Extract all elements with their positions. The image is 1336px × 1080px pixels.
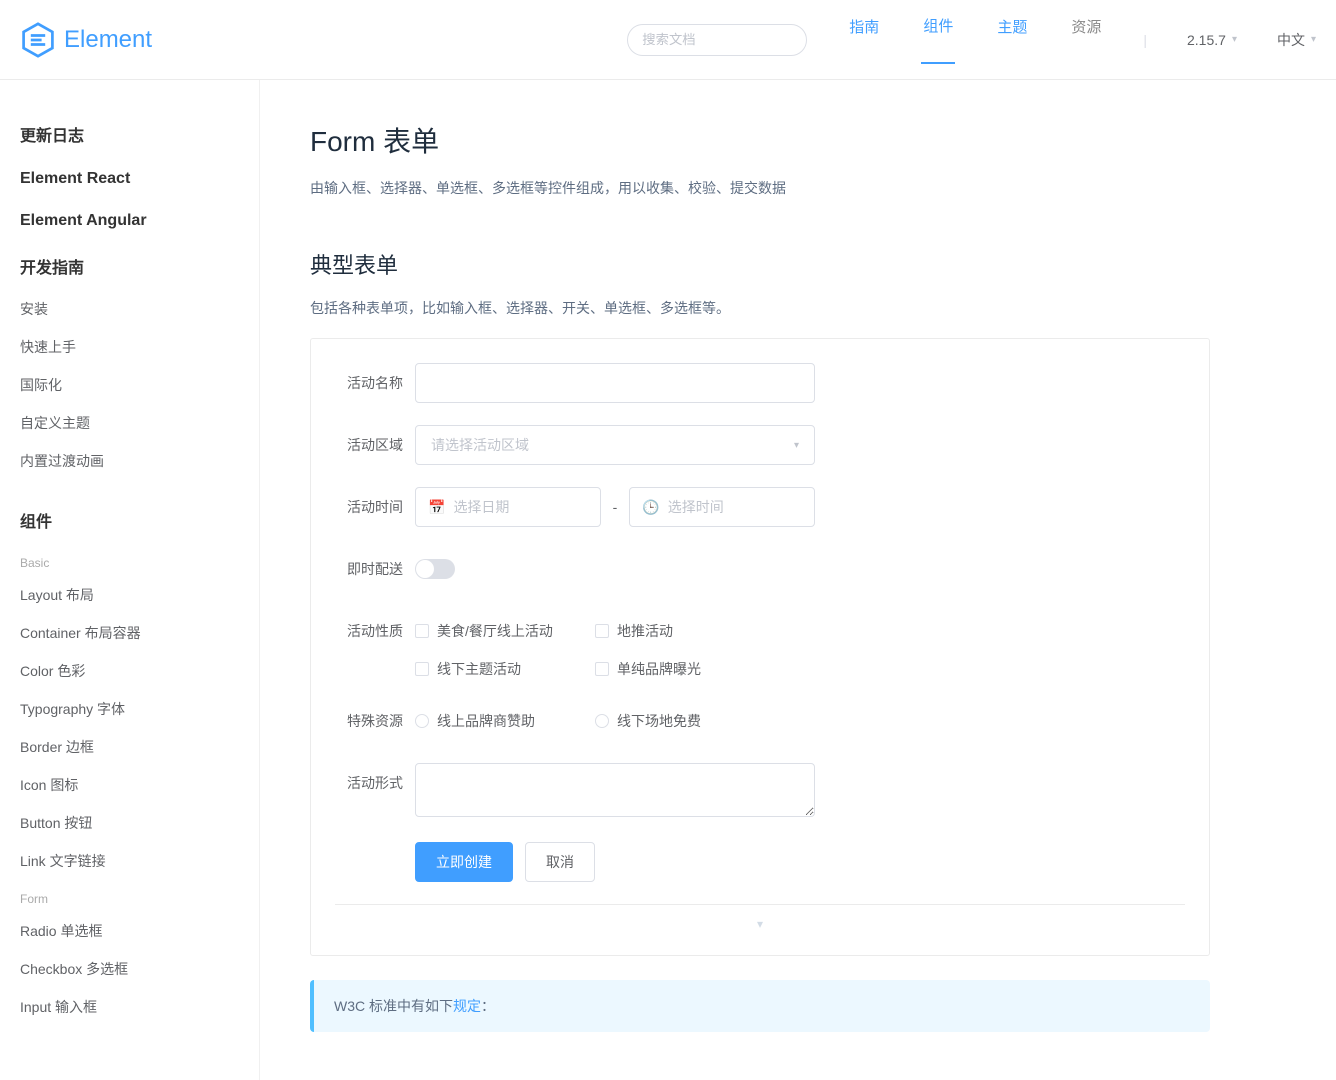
time-separator: - xyxy=(613,499,618,515)
nav: 指南 组件 主题 资源 | 2.15.7 ▾ 中文 ▾ xyxy=(847,15,1316,64)
caret-down-icon: ▾ xyxy=(757,917,763,931)
label-time: 活动时间 xyxy=(335,487,415,527)
search-input[interactable] xyxy=(627,24,807,56)
sidebar-link[interactable]: Link 文字链接 xyxy=(20,842,259,880)
checkbox-box-icon xyxy=(595,624,609,638)
sidebar-icon[interactable]: Icon 图标 xyxy=(20,766,259,804)
divider: | xyxy=(1143,32,1147,48)
tip-prefix: W3C 标准中有如下 xyxy=(334,998,453,1014)
textarea-desc[interactable] xyxy=(415,763,815,817)
date-placeholder: 选择日期 xyxy=(453,497,509,517)
checkbox-brand[interactable]: 单纯品牌曝光 xyxy=(595,659,745,679)
radio-label: 线上品牌商赞助 xyxy=(437,711,535,731)
main-content: Form 表单 由输入框、选择器、单选框、多选框等控件组成，用以收集、校验、提交… xyxy=(260,80,1260,1080)
submit-button[interactable]: 立即创建 xyxy=(415,842,513,882)
sidebar-group-form: Form xyxy=(20,880,259,912)
tip-suffix: ： xyxy=(481,998,495,1014)
time-picker[interactable]: 🕒 选择时间 xyxy=(629,487,815,527)
checkbox-box-icon xyxy=(415,662,429,676)
sidebar-typography[interactable]: Typography 字体 xyxy=(20,690,259,728)
sidebar-react[interactable]: Element React xyxy=(20,158,259,200)
sidebar-transition[interactable]: 内置过渡动画 xyxy=(20,442,259,480)
logo[interactable]: Element xyxy=(20,22,152,58)
sidebar-button[interactable]: Button 按钮 xyxy=(20,804,259,842)
label-delivery: 即时配送 xyxy=(335,549,415,589)
checkbox-label: 线下主题活动 xyxy=(437,659,521,679)
sidebar-i18n[interactable]: 国际化 xyxy=(20,366,259,404)
radio-venue[interactable]: 线下场地免费 xyxy=(595,711,745,731)
version-text: 2.15.7 xyxy=(1187,32,1226,48)
chevron-down-icon: ▾ xyxy=(1311,34,1316,45)
demo-expand[interactable]: ▾ xyxy=(335,904,1185,931)
lang-selector[interactable]: 中文 ▾ xyxy=(1277,30,1316,50)
checkbox-label: 地推活动 xyxy=(617,621,673,641)
label-resource: 特殊资源 xyxy=(335,701,415,741)
radio-sponsor[interactable]: 线上品牌商赞助 xyxy=(415,711,565,731)
calendar-icon: 📅 xyxy=(428,499,445,516)
section-title: 典型表单 xyxy=(310,248,1210,280)
switch-delivery[interactable] xyxy=(415,559,455,579)
page-desc: 由输入框、选择器、单选框、多选框等控件组成，用以收集、校验、提交数据 xyxy=(310,178,1210,198)
label-name: 活动名称 xyxy=(335,363,415,403)
sidebar-changelog[interactable]: 更新日志 xyxy=(20,110,259,158)
tip-link[interactable]: 规定 xyxy=(453,998,481,1014)
checkbox-food[interactable]: 美食/餐厅线上活动 xyxy=(415,621,565,641)
logo-text: Element xyxy=(64,26,152,54)
clock-icon: 🕒 xyxy=(642,499,659,516)
sidebar-input[interactable]: Input 输入框 xyxy=(20,988,259,1026)
label-region: 活动区域 xyxy=(335,425,415,465)
input-name[interactable] xyxy=(415,363,815,403)
sidebar-quickstart[interactable]: 快速上手 xyxy=(20,328,259,366)
sidebar-color[interactable]: Color 色彩 xyxy=(20,652,259,690)
nav-component[interactable]: 组件 xyxy=(921,15,955,64)
checkbox-ground[interactable]: 地推活动 xyxy=(595,621,745,641)
sidebar-components[interactable]: 组件 xyxy=(20,496,259,544)
nav-guide[interactable]: 指南 xyxy=(847,16,881,63)
sidebar-custom-theme[interactable]: 自定义主题 xyxy=(20,404,259,442)
radio-circle-icon xyxy=(595,714,609,728)
sidebar-checkbox[interactable]: Checkbox 多选框 xyxy=(20,950,259,988)
chevron-down-icon: ▾ xyxy=(1232,34,1237,45)
select-placeholder: 请选择活动区域 xyxy=(431,435,529,455)
date-picker[interactable]: 📅 选择日期 xyxy=(415,487,601,527)
checkbox-box-icon xyxy=(595,662,609,676)
checkbox-label: 美食/餐厅线上活动 xyxy=(437,621,553,641)
sidebar-install[interactable]: 安装 xyxy=(20,290,259,328)
cancel-button[interactable]: 取消 xyxy=(525,842,595,882)
select-region[interactable]: 请选择活动区域 ▾ xyxy=(415,425,815,465)
lang-text: 中文 xyxy=(1277,30,1305,50)
sidebar-container[interactable]: Container 布局容器 xyxy=(20,614,259,652)
version-selector[interactable]: 2.15.7 ▾ xyxy=(1187,32,1237,48)
header: Element 指南 组件 主题 资源 | 2.15.7 ▾ 中文 ▾ xyxy=(0,0,1336,80)
sidebar-layout[interactable]: Layout 布局 xyxy=(20,576,259,614)
sidebar-devguide[interactable]: 开发指南 xyxy=(20,242,259,290)
sidebar-border[interactable]: Border 边框 xyxy=(20,728,259,766)
label-type: 活动性质 xyxy=(335,611,415,651)
nav-theme[interactable]: 主题 xyxy=(995,16,1029,63)
sidebar-radio[interactable]: Radio 单选框 xyxy=(20,912,259,950)
time-placeholder: 选择时间 xyxy=(668,497,724,517)
radio-label: 线下场地免费 xyxy=(617,711,701,731)
demo-box: 活动名称 活动区域 请选择活动区域 ▾ 活动时间 📅 xyxy=(310,338,1210,956)
sidebar-angular[interactable]: Element Angular xyxy=(20,200,259,242)
logo-icon xyxy=(20,22,56,58)
sidebar-group-basic: Basic xyxy=(20,544,259,576)
page-title: Form 表单 xyxy=(310,120,1210,160)
label-desc: 活动形式 xyxy=(335,763,415,803)
checkbox-box-icon xyxy=(415,624,429,638)
chevron-down-icon: ▾ xyxy=(794,440,799,451)
section-desc: 包括各种表单项，比如输入框、选择器、开关、单选框、多选框等。 xyxy=(310,298,1210,318)
checkbox-label: 单纯品牌曝光 xyxy=(617,659,701,679)
sidebar: 更新日志 Element React Element Angular 开发指南 … xyxy=(0,80,260,1080)
radio-circle-icon xyxy=(415,714,429,728)
nav-resource[interactable]: 资源 xyxy=(1069,16,1103,63)
checkbox-offline[interactable]: 线下主题活动 xyxy=(415,659,565,679)
tip-box: W3C 标准中有如下规定： xyxy=(310,980,1210,1032)
